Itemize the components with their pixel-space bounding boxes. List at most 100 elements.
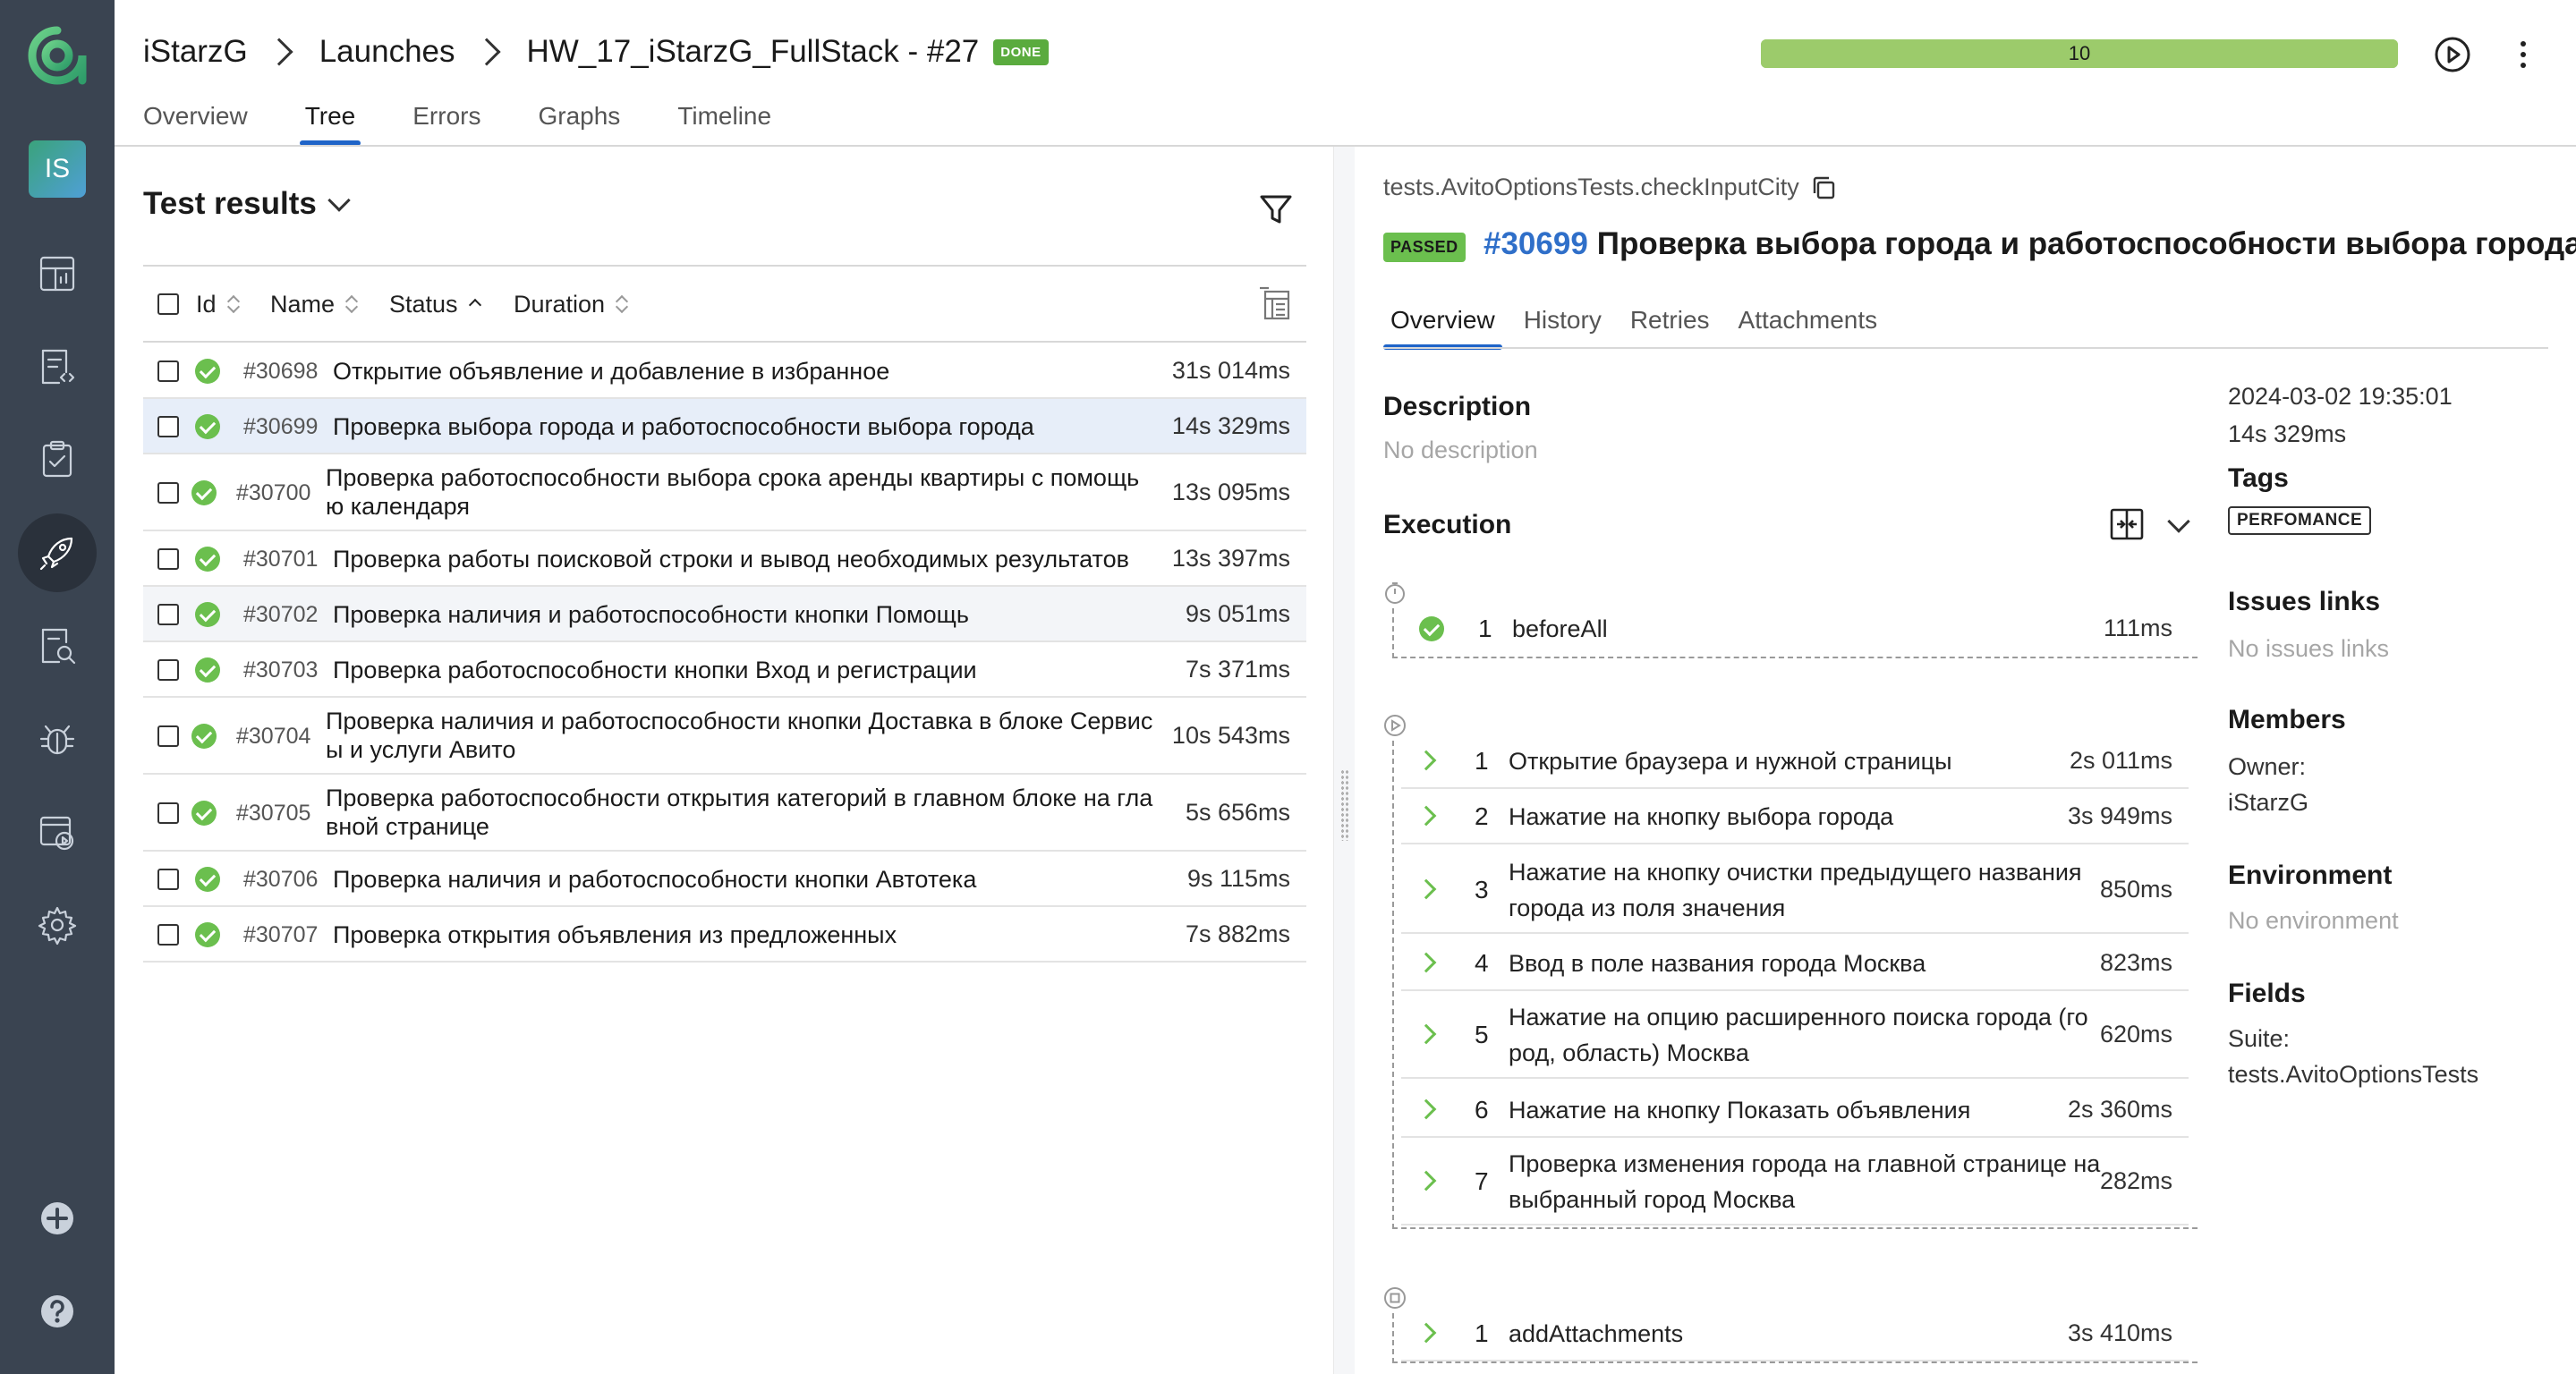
tab-history[interactable]: History xyxy=(1517,302,1609,349)
tab-errors[interactable]: Errors xyxy=(412,97,480,145)
chevron-right-icon[interactable] xyxy=(1416,952,1437,973)
test-duration: 14s 329ms xyxy=(2228,420,2347,447)
test-result-id: #30702 xyxy=(243,602,319,627)
tab-attachments[interactable]: Attachments xyxy=(1731,302,1885,349)
copy-icon[interactable] xyxy=(1810,174,1837,201)
breadcrumb-project[interactable]: iStarzG xyxy=(143,34,248,70)
test-result-row[interactable]: #30707 Проверка открытия объявления из пр… xyxy=(143,907,1306,963)
chevron-right-icon[interactable] xyxy=(1416,1098,1437,1120)
row-checkbox[interactable] xyxy=(157,924,179,946)
test-results-dropdown[interactable]: Test results xyxy=(143,186,351,222)
execution-step[interactable]: 5 Нажатие на опцию расширенного поиска го… xyxy=(1401,991,2189,1079)
owner-name: iStarzG xyxy=(2228,789,2309,816)
tab-test-overview[interactable]: Overview xyxy=(1383,302,1502,350)
row-checkbox[interactable] xyxy=(157,869,179,890)
test-result-row[interactable]: #30699 Проверка выбора города и работоспо… xyxy=(143,399,1306,454)
test-results-title: Test results xyxy=(143,186,317,221)
test-plans-icon[interactable] xyxy=(18,420,97,499)
launches-rocket-icon[interactable] xyxy=(18,513,97,592)
column-id[interactable]: Id xyxy=(196,286,240,322)
passed-status-icon xyxy=(195,922,220,947)
dashboard-icon[interactable] xyxy=(18,234,97,313)
tab-timeline[interactable]: Timeline xyxy=(677,97,771,145)
row-checkbox[interactable] xyxy=(157,725,179,747)
test-result-row[interactable]: #30706 Проверка наличия и работоспособнос… xyxy=(143,852,1306,907)
add-plus-icon[interactable] xyxy=(18,1179,97,1258)
help-question-icon[interactable] xyxy=(18,1272,97,1351)
test-result-duration: 7s 882ms xyxy=(1185,920,1290,947)
row-checkbox[interactable] xyxy=(157,802,179,824)
row-checkbox[interactable] xyxy=(157,548,179,570)
step-name: addAttachments xyxy=(1509,1320,1684,1347)
defects-bug-icon[interactable] xyxy=(18,700,97,778)
chevron-right-icon[interactable] xyxy=(1416,1170,1437,1192)
step-number: 1 xyxy=(1475,1319,1489,1347)
passed-status-icon xyxy=(195,414,220,439)
test-result-row[interactable]: #30703 Проверка работоспособности кнопки … xyxy=(143,642,1306,698)
column-status[interactable]: Status xyxy=(389,286,481,322)
test-result-row[interactable]: #30700 Проверка работоспособности выбора … xyxy=(143,454,1306,531)
execution-step[interactable]: 3 Нажатие на кнопку очистки предыдущего н… xyxy=(1401,846,2189,934)
execution-step[interactable]: 7 Проверка изменения города на главной ст… xyxy=(1401,1138,2189,1226)
analytics-search-icon[interactable] xyxy=(18,606,97,685)
passed-status-icon xyxy=(191,480,217,505)
column-name[interactable]: Name xyxy=(270,286,358,322)
tag-badge[interactable]: PERFOMANCE xyxy=(2228,506,2372,535)
allure-logo-icon[interactable] xyxy=(27,25,88,86)
column-status-label: Status xyxy=(389,290,458,318)
columns-settings-icon[interactable] xyxy=(1258,286,1294,322)
jobs-play-icon[interactable] xyxy=(18,793,97,871)
expand-all-icon[interactable] xyxy=(2107,505,2147,544)
select-all-checkbox[interactable] xyxy=(157,293,179,315)
fields-title: Fields xyxy=(2228,979,2306,1008)
execution-step[interactable]: 1 addAttachments 3s 410ms xyxy=(1401,1306,2189,1361)
test-result-row[interactable]: #30702 Проверка наличия и работоспособнос… xyxy=(143,587,1306,642)
more-menu-icon[interactable] xyxy=(2505,34,2541,75)
step-duration: 282ms xyxy=(2099,1167,2172,1194)
tab-retries[interactable]: Retries xyxy=(1623,302,1717,349)
test-result-row[interactable]: #30705 Проверка работоспособности открыти… xyxy=(143,775,1306,852)
suite-label: Suite: xyxy=(2228,1025,2291,1052)
test-case-path: tests.AvitoOptionsTests.checkInputCity xyxy=(1383,174,1837,201)
row-checkbox[interactable] xyxy=(157,604,179,625)
breadcrumb-launches[interactable]: Launches xyxy=(319,34,455,70)
execution-step[interactable]: 1 beforeAll 111ms xyxy=(1401,603,2189,655)
step-duration: 3s 410ms xyxy=(2067,1319,2172,1346)
test-case-id-link[interactable]: #30699 xyxy=(1484,226,1588,261)
panel-splitter[interactable] xyxy=(1333,147,1355,1374)
test-result-row[interactable]: #30698 Открытие объявление и добавление в… xyxy=(143,344,1306,399)
tab-tree[interactable]: Tree xyxy=(299,97,361,146)
chevron-right-icon[interactable] xyxy=(1416,750,1437,771)
passed-status-icon xyxy=(195,547,220,572)
row-checkbox[interactable] xyxy=(157,482,179,504)
chevron-down-icon[interactable] xyxy=(2167,510,2190,533)
test-result-row[interactable]: #30704 Проверка наличия и работоспособнос… xyxy=(143,698,1306,775)
launches-list-icon[interactable] xyxy=(18,327,97,406)
settings-gear-icon[interactable] xyxy=(18,886,97,964)
column-duration[interactable]: Duration xyxy=(514,286,628,322)
sort-icon xyxy=(616,294,628,314)
chevron-right-icon[interactable] xyxy=(1416,878,1437,900)
tab-overview[interactable]: Overview xyxy=(143,97,248,145)
sort-asc-icon xyxy=(469,294,481,314)
filter-icon[interactable] xyxy=(1256,190,1296,229)
execution-step[interactable]: 2 Нажатие на кнопку выбора города 3s 949ms xyxy=(1401,789,2189,844)
execution-step[interactable]: 1 Открытие браузера и нужной страницы 2s 0… xyxy=(1401,734,2189,789)
chevron-right-icon[interactable] xyxy=(1416,1322,1437,1344)
rerun-play-icon[interactable] xyxy=(2432,34,2473,75)
breadcrumb: iStarzG Launches HW_17_iStarzG_FullStack… xyxy=(143,32,1049,72)
tags-title: Tags xyxy=(2228,463,2289,493)
chevron-right-icon[interactable] xyxy=(1416,1023,1437,1045)
project-avatar[interactable]: IS xyxy=(29,140,86,198)
test-result-duration: 9s 051ms xyxy=(1185,600,1290,627)
row-checkbox[interactable] xyxy=(157,360,179,382)
test-result-id: #30707 xyxy=(243,922,319,947)
chevron-right-icon[interactable] xyxy=(1416,805,1437,827)
tab-graphs[interactable]: Graphs xyxy=(538,97,620,145)
drag-handle-icon[interactable] xyxy=(1340,769,1349,841)
row-checkbox[interactable] xyxy=(157,659,179,681)
execution-step[interactable]: 6 Нажатие на кнопку Показать объявления 2s… xyxy=(1401,1082,2189,1138)
row-checkbox[interactable] xyxy=(157,416,179,437)
execution-step[interactable]: 4 Ввод в поле названия города Москва 823ms xyxy=(1401,936,2189,991)
test-result-row[interactable]: #30701 Проверка работы поисковой строки и… xyxy=(143,531,1306,587)
